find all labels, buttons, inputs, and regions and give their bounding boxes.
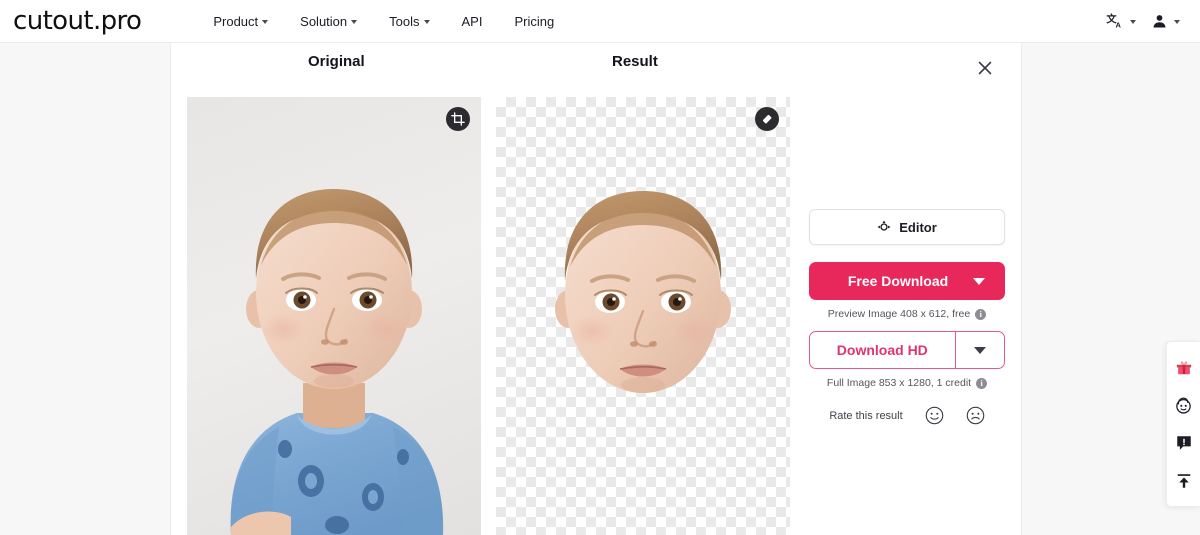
download-hd-button[interactable]: Download HD bbox=[809, 331, 1005, 369]
support-face-icon bbox=[1176, 397, 1191, 414]
translate-icon: 文 A bbox=[1106, 12, 1122, 29]
nav-item-tools-label: Tools bbox=[389, 13, 420, 29]
feedback-button[interactable] bbox=[1171, 430, 1197, 456]
download-hd-label: Download HD bbox=[836, 342, 928, 358]
info-icon[interactable]: i bbox=[976, 377, 988, 389]
rate-result-label: Rate this result bbox=[829, 409, 903, 422]
nav-item-solution-label: Solution bbox=[300, 13, 348, 29]
crop-button[interactable] bbox=[446, 107, 470, 131]
rate-result-row: Rate this result bbox=[809, 406, 1005, 425]
chevron-down-icon bbox=[351, 20, 358, 24]
floating-action-rail bbox=[1166, 341, 1200, 507]
chevron-down-icon bbox=[423, 20, 430, 24]
original-image-pane[interactable] bbox=[187, 97, 481, 535]
info-icon[interactable]: i bbox=[975, 308, 987, 320]
upload-icon bbox=[1177, 474, 1190, 488]
support-button[interactable] bbox=[1171, 392, 1197, 418]
gift-icon bbox=[1176, 361, 1191, 375]
smiley-sad-icon[interactable] bbox=[966, 406, 985, 425]
nav-item-api[interactable]: API bbox=[446, 14, 499, 29]
free-download-button[interactable]: Free Download bbox=[809, 262, 1005, 300]
nav-item-api-label: API bbox=[461, 13, 483, 29]
eraser-button[interactable] bbox=[755, 107, 779, 131]
full-meta-text: Full Image 853 x 1280, 1 credit bbox=[826, 377, 972, 389]
baby-portrait-original bbox=[230, 189, 444, 535]
chevron-down-icon bbox=[262, 20, 269, 24]
magic-wand-icon bbox=[877, 220, 891, 231]
panel-headings: Original Result bbox=[171, 53, 1023, 87]
original-photo bbox=[187, 97, 481, 535]
result-heading: Result bbox=[612, 53, 658, 70]
nav-item-solution[interactable]: Solution bbox=[284, 14, 373, 29]
nav-item-pricing[interactable]: Pricing bbox=[498, 14, 570, 29]
nav-item-product-label: Product bbox=[213, 13, 259, 29]
feedback-icon bbox=[1176, 436, 1191, 450]
eraser-icon bbox=[762, 114, 772, 124]
chevron-down-icon bbox=[1174, 20, 1180, 24]
svg-text:A: A bbox=[1116, 20, 1122, 29]
close-button[interactable] bbox=[974, 57, 996, 79]
primary-nav: Product Solution Tools API Pricing bbox=[197, 14, 570, 29]
account-menu[interactable] bbox=[1150, 12, 1180, 31]
brand-logo[interactable]: cutout.pro bbox=[13, 6, 142, 36]
result-image-pane[interactable] bbox=[496, 97, 790, 535]
close-icon bbox=[978, 61, 992, 75]
chevron-down-icon bbox=[1130, 20, 1136, 24]
nav-item-tools[interactable]: Tools bbox=[373, 14, 445, 29]
preview-meta-row: Preview Image 408 x 612, free i bbox=[809, 308, 1005, 320]
crop-icon bbox=[451, 112, 465, 126]
nav-item-product[interactable]: Product bbox=[197, 14, 284, 29]
original-heading: Original bbox=[308, 53, 365, 70]
language-switcher[interactable]: 文 A bbox=[1106, 12, 1136, 31]
editor-button-label: Editor bbox=[899, 219, 937, 235]
chevron-down-icon bbox=[974, 346, 986, 354]
top-navbar: cutout.pro Product Solution Tools API Pr… bbox=[0, 0, 1200, 43]
free-download-label: Free Download bbox=[847, 273, 949, 289]
user-icon bbox=[1153, 14, 1166, 27]
result-card: Original Result Editor Free Download Pre… bbox=[170, 43, 1022, 535]
nav-item-pricing-label: Pricing bbox=[514, 13, 555, 29]
editor-button[interactable]: Editor bbox=[809, 209, 1005, 245]
action-panel: Editor Free Download Preview Image 408 x… bbox=[809, 209, 1005, 425]
smiley-happy-icon[interactable] bbox=[925, 406, 944, 425]
upload-button[interactable] bbox=[1171, 468, 1197, 494]
preview-meta-text: Preview Image 408 x 612, free bbox=[827, 308, 971, 320]
baby-portrait-cutout bbox=[555, 191, 731, 393]
nav-utilities: 文 A bbox=[1106, 12, 1180, 31]
gift-button[interactable] bbox=[1171, 354, 1197, 380]
full-meta-row: Full Image 853 x 1280, 1 credit i bbox=[809, 377, 1005, 389]
free-download-dropdown-icon[interactable] bbox=[973, 277, 985, 285]
download-hd-dropdown-icon[interactable] bbox=[956, 346, 1004, 354]
